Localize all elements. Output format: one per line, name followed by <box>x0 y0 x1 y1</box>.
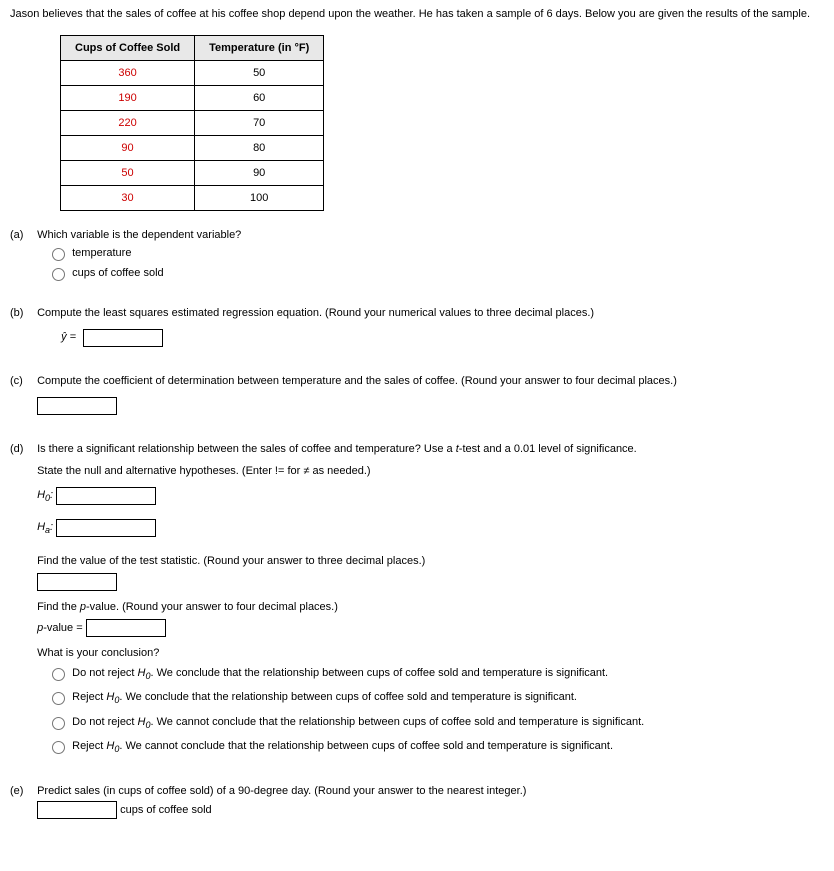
part-d: (d) Is there a significant relationship … <box>10 443 824 763</box>
part-b-label: (b) <box>10 307 34 319</box>
data-table: Cups of Coffee Sold Temperature (in °F) … <box>60 35 324 211</box>
table-row: 190 60 <box>61 85 324 110</box>
cell: 90 <box>195 160 324 185</box>
cell: 190 <box>61 85 195 110</box>
cell: 50 <box>195 60 324 85</box>
col-header-cups: Cups of Coffee Sold <box>61 35 195 60</box>
col-header-temp: Temperature (in °F) <box>195 35 324 60</box>
cell: 30 <box>61 185 195 210</box>
yhat-label: ŷ = <box>61 331 76 343</box>
cell: 50 <box>61 160 195 185</box>
part-c: (c) Compute the coefficient of determina… <box>10 375 824 421</box>
cell: 60 <box>195 85 324 110</box>
part-e: (e) Predict sales (in cups of coffee sol… <box>10 785 824 819</box>
radio-cups[interactable] <box>52 268 65 281</box>
h0-label: H0: <box>37 489 53 501</box>
part-a-label: (a) <box>10 229 34 241</box>
part-d-q1: Is there a significant relationship betw… <box>37 443 637 455</box>
conclusion-2: Reject H0. We conclude that the relation… <box>72 691 577 703</box>
coefficient-determination-input[interactable] <box>37 397 117 415</box>
regression-equation-input[interactable] <box>83 329 163 347</box>
part-b-question: Compute the least squares estimated regr… <box>37 307 594 319</box>
h0-input[interactable] <box>56 487 156 505</box>
cell: 80 <box>195 135 324 160</box>
test-statistic-input[interactable] <box>37 573 117 591</box>
pvalue-label: p-value = <box>37 621 83 633</box>
part-a: (a) Which variable is the dependent vari… <box>10 229 824 285</box>
option-cups: cups of coffee sold <box>72 266 164 278</box>
table-row: 50 90 <box>61 160 324 185</box>
conclusion-4: Reject H0. We cannot conclude that the r… <box>72 740 613 752</box>
table-row: 90 80 <box>61 135 324 160</box>
table-row: 30 100 <box>61 185 324 210</box>
ha-input[interactable] <box>56 519 156 537</box>
predict-unit: cups of coffee sold <box>120 804 212 816</box>
part-e-label: (e) <box>10 785 34 797</box>
intro-text: Jason believes that the sales of coffee … <box>10 6 824 23</box>
tstat-question: Find the value of the test statistic. (R… <box>37 555 821 567</box>
predict-sales-input[interactable] <box>37 801 117 819</box>
conclusion-3: Do not reject H0. We cannot conclude tha… <box>72 716 644 728</box>
part-a-question: Which variable is the dependent variable… <box>37 229 241 241</box>
conclusion-1: Do not reject H0. We conclude that the r… <box>72 667 608 679</box>
pvalue-input[interactable] <box>86 619 166 637</box>
pvalue-question: Find the p-value. (Round your answer to … <box>37 601 821 613</box>
cell: 100 <box>195 185 324 210</box>
table-row: 220 70 <box>61 110 324 135</box>
radio-conclusion-3[interactable] <box>52 717 65 730</box>
radio-conclusion-4[interactable] <box>52 741 65 754</box>
radio-conclusion-2[interactable] <box>52 692 65 705</box>
cell: 90 <box>61 135 195 160</box>
part-b: (b) Compute the least squares estimated … <box>10 307 824 353</box>
part-c-label: (c) <box>10 375 34 387</box>
cell: 220 <box>61 110 195 135</box>
ha-label: Ha: <box>37 521 53 533</box>
cell: 70 <box>195 110 324 135</box>
conclusion-question: What is your conclusion? <box>37 647 821 659</box>
part-d-label: (d) <box>10 443 34 455</box>
cell: 360 <box>61 60 195 85</box>
table-row: 360 50 <box>61 60 324 85</box>
option-temperature: temperature <box>72 246 131 258</box>
radio-temperature[interactable] <box>52 248 65 261</box>
part-e-question: Predict sales (in cups of coffee sold) o… <box>37 785 526 797</box>
part-c-question: Compute the coefficient of determination… <box>37 375 677 387</box>
radio-conclusion-1[interactable] <box>52 668 65 681</box>
part-d-q2: State the null and alternative hypothese… <box>37 465 821 477</box>
